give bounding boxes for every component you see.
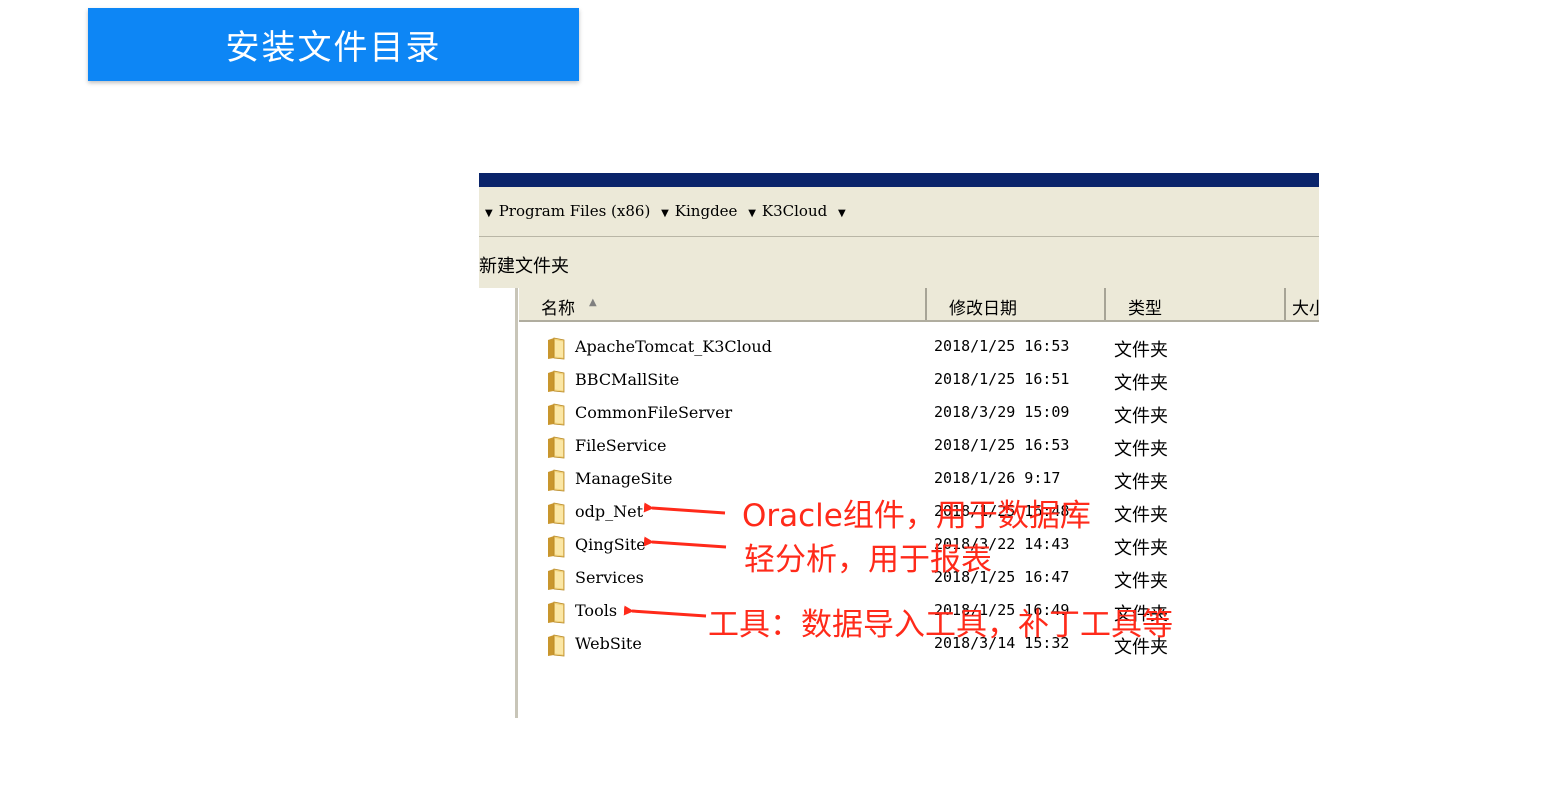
file-name[interactable]: FileService bbox=[575, 436, 666, 455]
folder-icon bbox=[548, 601, 565, 624]
breadcrumb-item-k3cloud[interactable]: K3Cloud bbox=[762, 202, 827, 220]
address-bar[interactable]: ▼ Program Files (x86) ▼ Kingdee ▼ K3Cloud ▼ bbox=[479, 187, 1319, 237]
file-type: 文件夹 bbox=[1114, 373, 1168, 394]
breadcrumb: ▼ Program Files (x86) ▼ Kingdee ▼ K3Cloud ▼ bbox=[479, 202, 852, 220]
file-name[interactable]: ApacheTomcat_K3Cloud bbox=[575, 337, 772, 356]
column-header-row: 名称 ▲ 修改日期 类型 大小 bbox=[519, 288, 1319, 322]
folder-icon bbox=[548, 436, 565, 459]
annotation-qing: 轻分析，用于报表 bbox=[744, 542, 992, 578]
file-row[interactable]: ApacheTomcat_K3Cloud 2018/1/25 16:53 文件夹 bbox=[519, 335, 1319, 368]
column-header-type-label: 类型 bbox=[1128, 299, 1162, 319]
window-titlebar bbox=[479, 173, 1319, 187]
file-modified-date: 2018/1/25 16:53 bbox=[934, 436, 1070, 454]
file-modified-date: 2018/1/25 16:53 bbox=[934, 337, 1070, 355]
file-row[interactable]: CommonFileServer 2018/3/29 15:09 文件夹 bbox=[519, 401, 1319, 434]
chevron-down-icon[interactable]: ▼ bbox=[748, 208, 756, 219]
slide-title-banner: 安装文件目录 bbox=[88, 8, 579, 81]
new-folder-button[interactable]: 新建文件夹 bbox=[479, 252, 569, 278]
annotation-oracle: Oracle组件，用于数据库 bbox=[742, 498, 1091, 534]
column-header-type[interactable]: 类型 bbox=[1106, 288, 1286, 320]
file-name[interactable]: CommonFileServer bbox=[575, 403, 732, 422]
sort-ascending-icon: ▲ bbox=[589, 297, 597, 308]
file-name[interactable]: BBCMallSite bbox=[575, 370, 679, 389]
folder-icon bbox=[548, 370, 565, 393]
column-header-date[interactable]: 修改日期 bbox=[927, 288, 1106, 320]
file-type: 文件夹 bbox=[1114, 406, 1168, 427]
file-name[interactable]: odp_Net bbox=[575, 502, 643, 521]
folder-icon bbox=[548, 535, 565, 558]
folder-icon bbox=[548, 469, 565, 492]
slide-title: 安装文件目录 bbox=[225, 28, 442, 68]
file-row[interactable]: BBCMallSite 2018/1/25 16:51 文件夹 bbox=[519, 368, 1319, 401]
file-type: 文件夹 bbox=[1114, 340, 1168, 361]
file-modified-date: 2018/3/29 15:09 bbox=[934, 403, 1070, 421]
file-modified-date: 2018/1/26 9:17 bbox=[934, 469, 1061, 487]
file-row[interactable]: FileService 2018/1/25 16:53 文件夹 bbox=[519, 434, 1319, 467]
folder-icon bbox=[548, 568, 565, 591]
file-type: 文件夹 bbox=[1114, 439, 1168, 460]
chevron-down-icon[interactable]: ▼ bbox=[661, 208, 669, 219]
column-header-name[interactable]: 名称 ▲ bbox=[519, 288, 927, 320]
file-type: 文件夹 bbox=[1114, 472, 1168, 493]
file-name[interactable]: ManageSite bbox=[575, 469, 672, 488]
file-modified-date: 2018/1/25 16:51 bbox=[934, 370, 1070, 388]
folder-icon bbox=[548, 634, 565, 657]
breadcrumb-item-kingdee[interactable]: Kingdee bbox=[675, 202, 738, 220]
column-header-size-label: 大小 bbox=[1292, 299, 1319, 319]
column-header-date-label: 修改日期 bbox=[949, 299, 1017, 319]
folder-icon bbox=[548, 337, 565, 360]
navigation-pane[interactable] bbox=[479, 288, 518, 718]
file-name[interactable]: Services bbox=[575, 568, 644, 587]
file-name[interactable]: Tools bbox=[575, 601, 617, 620]
column-header-name-label: 名称 bbox=[541, 299, 575, 319]
chevron-down-icon[interactable]: ▼ bbox=[838, 208, 846, 219]
file-type: 文件夹 bbox=[1114, 571, 1168, 592]
column-header-size[interactable]: 大小 bbox=[1286, 288, 1319, 320]
chevron-down-icon[interactable]: ▼ bbox=[485, 208, 493, 219]
folder-icon bbox=[548, 403, 565, 426]
breadcrumb-item-program-files[interactable]: Program Files (x86) bbox=[499, 202, 651, 220]
explorer-toolbar: 新建文件夹 bbox=[479, 237, 1319, 288]
file-name[interactable]: WebSite bbox=[575, 634, 642, 653]
file-name[interactable]: QingSite bbox=[575, 535, 646, 554]
file-type: 文件夹 bbox=[1114, 505, 1168, 526]
folder-icon bbox=[548, 502, 565, 525]
file-type: 文件夹 bbox=[1114, 538, 1168, 559]
annotation-tools: 工具：数据导入工具，补丁工具等 bbox=[708, 607, 1173, 643]
